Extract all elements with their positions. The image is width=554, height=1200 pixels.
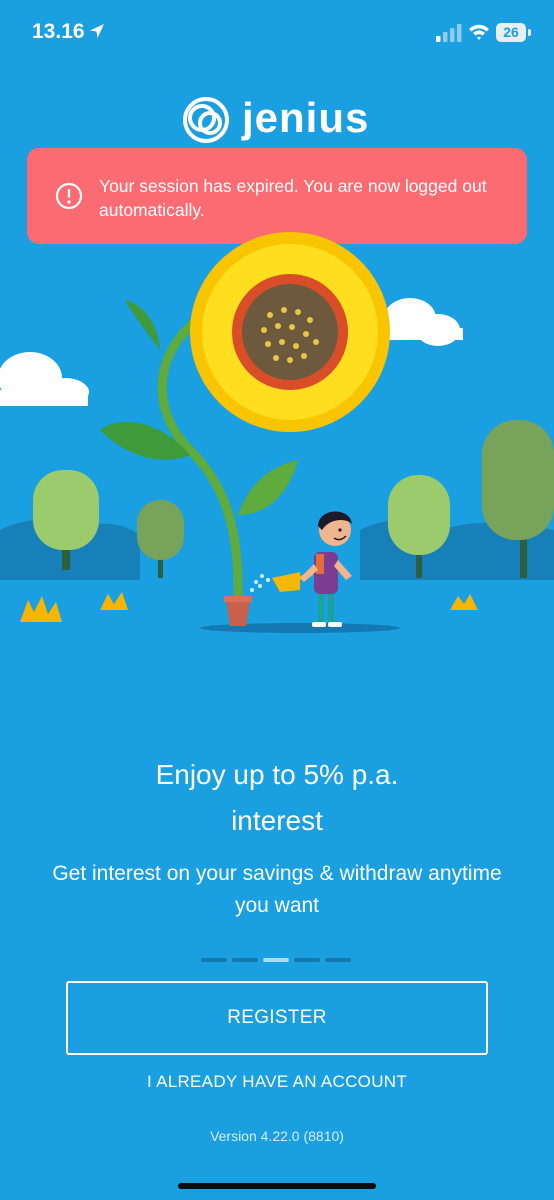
already-have-account-button[interactable]: I ALREADY HAVE AN ACCOUNT [0, 1072, 554, 1092]
cloud-left [0, 352, 89, 406]
status-time: 13.16 [32, 20, 85, 43]
page-dot-1[interactable] [201, 958, 227, 962]
sunflower-illustration [0, 232, 554, 633]
jenius-logo: jenius [180, 94, 380, 144]
headline-line-2: interest [231, 805, 323, 836]
onboarding-subtitle: Get interest on your savings & withdraw … [52, 862, 502, 917]
page-dot-5[interactable] [325, 958, 351, 962]
home-indicator[interactable] [178, 1183, 376, 1189]
page-indicator[interactable] [201, 958, 353, 962]
version-label: Version 4.22.0 (8810) [210, 1128, 344, 1144]
battery-icon: 26 [496, 23, 526, 42]
boy-figure [300, 511, 352, 627]
onboarding-headline: Enjoy up to 5% p.a. interest [0, 752, 554, 844]
sunflower-head [190, 232, 390, 432]
signal-icon [436, 24, 462, 42]
page-dot-3[interactable] [263, 958, 289, 962]
battery-tip [528, 29, 531, 36]
page-dot-4[interactable] [294, 958, 320, 962]
alert-circle-icon [55, 182, 83, 210]
jenius-swirl-logo [183, 97, 229, 143]
tree-mid-left [137, 500, 184, 578]
page-dot-2[interactable] [232, 958, 258, 962]
alert-message: Your session has expired. You are now lo… [99, 176, 487, 220]
status-bar: 13.16 26 [0, 0, 554, 66]
headline-line-1: Enjoy up to 5% p.a. [155, 759, 399, 790]
wifi-icon [469, 24, 489, 40]
brand-name: jenius [242, 94, 370, 141]
location-arrow-icon [90, 24, 104, 38]
register-button[interactable]: REGISTER [66, 981, 488, 1055]
